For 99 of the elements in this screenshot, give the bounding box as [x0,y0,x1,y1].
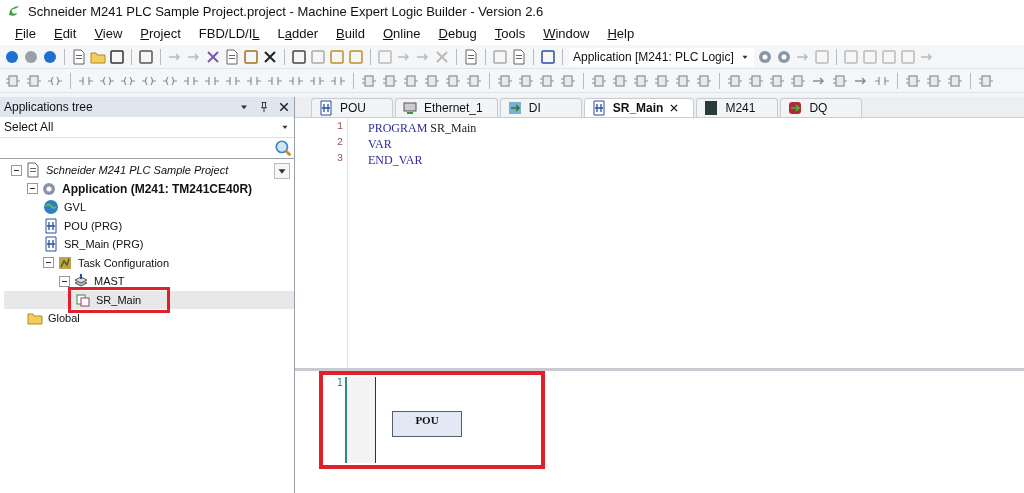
function-block-icon[interactable] [831,72,849,89]
function-block-icon[interactable] [25,72,43,89]
function-block-icon[interactable] [726,72,744,89]
collapse-toggle[interactable] [27,183,38,195]
tree-row[interactable]: Application (M241: TM241CE40R) [4,179,294,198]
logo-icon [6,3,22,19]
line-number: 2 [337,137,343,150]
editor-tab[interactable]: DQ [780,98,863,117]
tree-item-label: GVL [63,200,87,215]
gear-icon [41,180,57,197]
delete-icon[interactable] [262,48,278,65]
tree-item-label: Application (M241: TM241CE40R) [61,180,254,197]
function-block-icon[interactable] [695,72,713,89]
input-icon [506,100,523,116]
program-call-icon [75,291,91,308]
function-block-icon[interactable] [768,72,786,89]
function-block-icon[interactable] [4,72,22,89]
tree-item-label: POU (PRG) [63,218,124,233]
editor-tab[interactable]: DI [499,98,582,117]
function-block-icon[interactable] [789,72,807,89]
controller-icon [703,100,720,116]
pin-icon[interactable] [258,101,270,113]
menu-item[interactable]: Tools [485,26,535,41]
tree-row[interactable]: MAST [4,272,294,291]
menu-item[interactable]: Window [534,26,599,41]
program-icon [43,236,59,253]
editor-tab[interactable]: Ethernet_1 [395,98,498,117]
tree-item-label: MAST [93,274,126,289]
menu-item[interactable]: Help [598,26,644,41]
function-block-icon[interactable] [747,72,765,89]
tree-item-label: Global [47,311,81,326]
function-block-icon[interactable] [423,72,441,89]
tree-row[interactable]: GVL [4,198,294,217]
function-block-icon[interactable] [444,72,462,89]
tree-row[interactable]: POU (PRG) [4,216,294,235]
search-icon [274,139,292,157]
function-block-icon[interactable] [674,72,692,89]
task-configuration-icon [57,254,73,271]
menu-item[interactable]: Build [327,26,374,41]
menu-item[interactable]: FBD/LD/IL [189,26,269,41]
folder-icon [27,310,43,327]
menu-item[interactable]: Project [131,26,190,41]
code-line: VAR [368,137,393,153]
function-block-icon[interactable] [925,72,943,89]
window-title: Schneider M241 PLC Sample Project.project - Machine Expert Logic Builder - Version 2.6 [28,3,544,19]
tree-row[interactable]: Task Configuration [4,253,294,272]
search-field[interactable] [0,138,294,159]
editor-tab[interactable]: M241 [696,98,779,117]
editor-tab[interactable]: SR_Main [583,98,695,117]
tree-row[interactable]: Global [4,309,294,328]
menu-item[interactable]: View [85,26,132,41]
menu-item[interactable]: Debug [429,26,486,41]
collapse-toggle[interactable] [43,257,54,269]
collapse-toggle[interactable] [59,275,70,287]
function-block-icon[interactable] [517,72,535,89]
tree-row[interactable]: Schneider M241 PLC Sample Project [4,161,294,180]
function-block-icon[interactable] [402,72,420,89]
output-icon [787,100,804,116]
function-block-icon[interactable] [360,72,378,89]
function-block[interactable]: POU [392,411,462,437]
function-block-icon[interactable] [465,72,483,89]
menu-item[interactable]: Ladder [268,26,327,41]
program-icon [590,100,607,116]
tree-item-label: SR_Main [95,292,143,307]
tree-row[interactable]: SR_Main (PRG) [4,235,294,254]
tree-item-label: Schneider M241 PLC Sample Project [45,163,230,178]
menu-item[interactable]: File [6,26,45,41]
function-block-icon[interactable] [559,72,577,89]
menu-item[interactable]: Edit [44,26,86,41]
close-icon[interactable] [669,103,680,113]
function-block-icon[interactable] [632,72,650,89]
new-file-icon[interactable] [71,48,87,65]
line-number: 1 [337,121,343,134]
function-block-icon[interactable] [590,72,608,89]
close-icon[interactable] [278,101,290,113]
function-block-icon[interactable] [538,72,556,89]
collapse-toggle[interactable] [11,164,22,176]
program-icon [43,217,59,234]
function-block-icon[interactable] [381,72,399,89]
menu-item[interactable]: Online [373,26,430,41]
function-block-icon[interactable] [611,72,629,89]
function-block-icon[interactable] [977,72,995,89]
function-block-icon[interactable] [653,72,671,89]
function-block-icon[interactable] [496,72,514,89]
tree-menu-button[interactable] [274,163,290,179]
editor-tab[interactable]: POU [311,98,393,117]
globe-icon [43,199,59,216]
function-block-icon[interactable] [904,72,922,89]
code-line: END_VAR [368,153,424,169]
function-block-icon[interactable] [946,72,964,89]
document-icon [25,162,41,179]
panel-title: Applications tree [4,100,94,114]
application-combo[interactable]: Application [M241: PLC Logic] [569,47,754,66]
network-icon [402,100,418,116]
line-number: 3 [337,153,343,166]
code-line: PROGRAM SR_Main [368,121,477,137]
tree-item-label: SR_Main (PRG) [63,237,145,252]
program-icon [318,100,334,116]
tree-item-label: Task Configuration [77,255,171,270]
